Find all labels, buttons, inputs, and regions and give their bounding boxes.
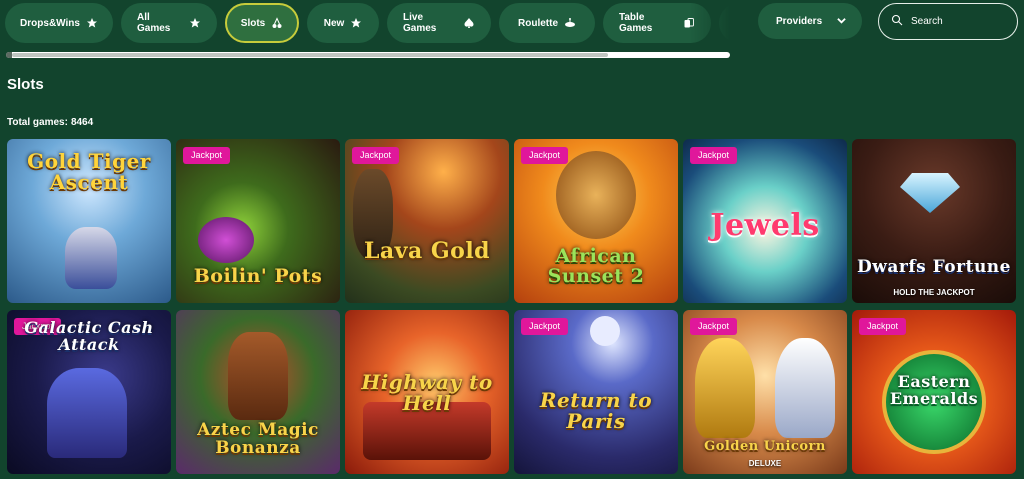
game-tile-golden-unicorn[interactable]: Jackpot Golden Unicorn DELUXE <box>683 310 847 474</box>
search-box[interactable] <box>878 3 1018 40</box>
game-title: Return to Paris <box>539 388 653 433</box>
alien-figure <box>47 368 127 458</box>
jackpot-badge: Jackpot <box>859 318 907 335</box>
game-title: Dwarfs Fortune <box>857 257 1011 278</box>
category-label: Table Games <box>619 12 653 34</box>
lion-figure <box>556 151 636 239</box>
game-title: Golden Unicorn <box>704 439 826 455</box>
category-live-games[interactable]: Live Games <box>387 3 491 43</box>
category-bar: Drops&Wins All Games Slots New Live Game… <box>0 0 1024 48</box>
total-games-count: 8464 <box>70 117 94 128</box>
star-icon <box>86 17 98 29</box>
category-drops-wins[interactable]: Drops&Wins <box>5 3 113 43</box>
roulette-icon <box>564 17 576 29</box>
category-slots[interactable]: Slots <box>225 3 299 43</box>
game-tile-dwarfs-fortune[interactable]: Dwarfs Fortune HOLD THE JACKPOT <box>852 139 1016 303</box>
jackpot-badge: Jackpot <box>690 318 738 335</box>
game-tile-jewels[interactable]: Jackpot Jewels <box>683 139 847 303</box>
search-icon <box>891 13 903 31</box>
pot-figure <box>198 217 254 263</box>
game-title: African Sunset 2 <box>547 245 645 288</box>
providers-label: Providers <box>776 15 823 27</box>
game-thumbnail <box>852 139 1016 303</box>
category-scrollbar[interactable] <box>6 52 730 58</box>
category-label: Live Games <box>403 12 437 34</box>
game-tile-gold-tiger-ascent[interactable]: Gold Tiger Ascent <box>7 139 171 303</box>
unicorn-figure-white <box>775 338 835 438</box>
game-grid: Gold Tiger Ascent Jackpot Boilin' Pots J… <box>7 139 1019 474</box>
game-subtitle: HOLD THE JACKPOT <box>893 288 975 297</box>
category-label: Drops&Wins <box>20 17 80 29</box>
scrollbar-thumb[interactable] <box>12 53 608 57</box>
game-title: Galactic Cash Attack <box>24 318 154 354</box>
game-title: Eastern Emeralds <box>889 372 979 409</box>
game-tile-return-to-paris[interactable]: Jackpot Return to Paris <box>514 310 678 474</box>
star-icon <box>189 17 201 29</box>
game-tile-eastern-emeralds[interactable]: Jackpot Eastern Emeralds <box>852 310 1016 474</box>
tiger-figure <box>65 227 117 289</box>
category-more[interactable] <box>719 3 730 43</box>
category-roulette[interactable]: Roulette <box>499 3 595 43</box>
game-title: Gold Tiger Ascent <box>27 149 151 194</box>
star-icon <box>350 17 362 29</box>
category-label: All Games <box>137 12 171 34</box>
category-table-games[interactable]: Table Games <box>603 3 711 43</box>
cherries-icon <box>271 17 283 29</box>
game-title: Lava Gold <box>363 237 491 264</box>
game-title: Boilin' Pots <box>193 265 323 288</box>
unicorn-figure-gold <box>695 338 755 438</box>
category-all-games[interactable]: All Games <box>121 3 217 43</box>
total-games: Total games: 8464 <box>7 117 93 128</box>
category-label: New <box>323 17 345 29</box>
cards-icon <box>683 17 695 29</box>
category-new[interactable]: New <box>307 3 379 43</box>
jackpot-badge: Jackpot <box>521 147 569 164</box>
chevron-down-icon <box>837 16 846 25</box>
game-tile-boilin-pots[interactable]: Jackpot Boilin' Pots <box>176 139 340 303</box>
game-tile-highway-to-hell[interactable]: Highway to Hell <box>345 310 509 474</box>
category-scroll[interactable]: Drops&Wins All Games Slots New Live Game… <box>5 3 730 43</box>
game-tile-galactic-cash-attack[interactable]: Jackpot Galactic Cash Attack <box>7 310 171 474</box>
game-tile-african-sunset-2[interactable]: Jackpot African Sunset 2 <box>514 139 678 303</box>
aztec-figure <box>228 332 288 420</box>
moon-figure <box>590 316 620 346</box>
jackpot-badge: Jackpot <box>183 147 231 164</box>
jackpot-badge: Jackpot <box>690 147 738 164</box>
jackpot-badge: Jackpot <box>352 147 400 164</box>
spade-icon <box>463 17 475 29</box>
game-title: Jewels <box>710 207 820 243</box>
providers-dropdown[interactable]: Providers <box>758 3 862 39</box>
game-subtitle: DELUXE <box>748 459 782 468</box>
jackpot-badge: Jackpot <box>521 318 569 335</box>
page-title: Slots <box>7 76 44 93</box>
search-input[interactable] <box>911 16 1007 27</box>
category-label: Slots <box>240 17 266 29</box>
category-label: Roulette <box>518 17 558 29</box>
total-games-label: Total games: <box>7 117 68 128</box>
game-title: Aztec Magic Bonanza <box>197 420 319 459</box>
game-title: Highway to Hell <box>361 370 493 415</box>
game-tile-lava-gold[interactable]: Jackpot Lava Gold <box>345 139 509 303</box>
game-tile-aztec-magic-bonanza[interactable]: Aztec Magic Bonanza <box>176 310 340 474</box>
